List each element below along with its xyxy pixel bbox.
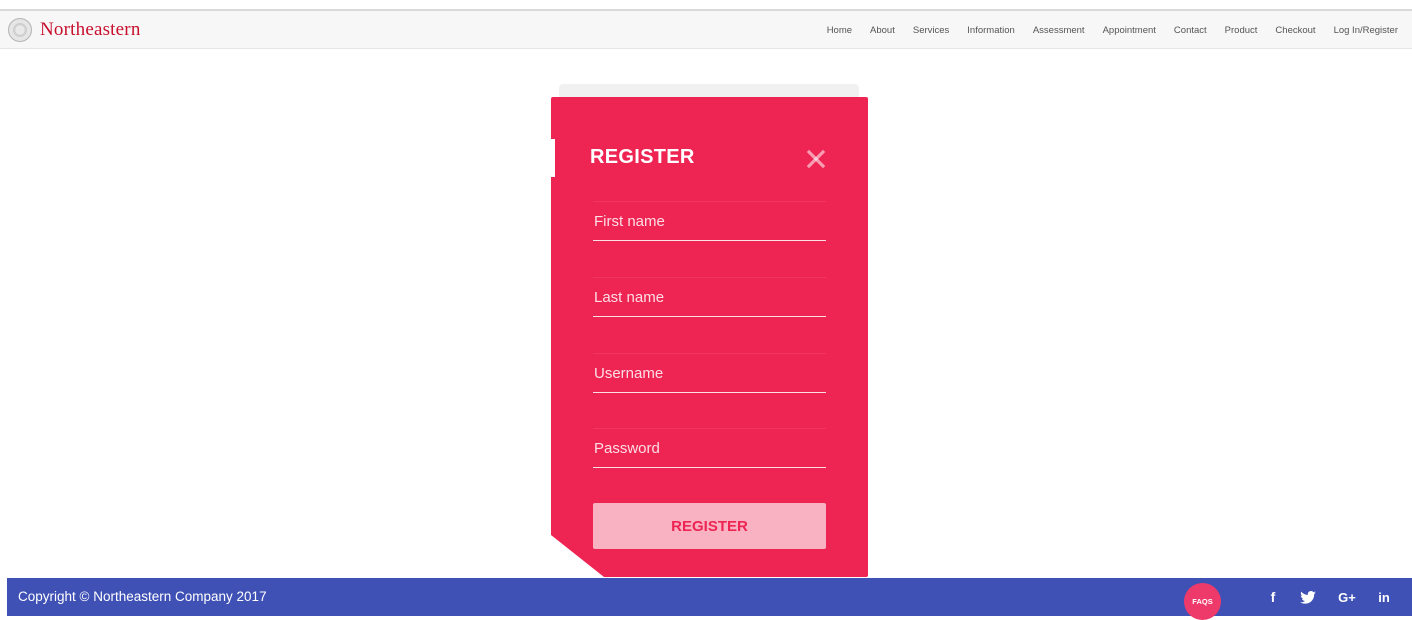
last-name-input[interactable]: [593, 278, 826, 316]
nav-item-information[interactable]: Information: [967, 25, 1015, 36]
first-name-input[interactable]: [593, 202, 826, 240]
nav-item-about[interactable]: About: [870, 25, 895, 36]
username-input[interactable]: [593, 354, 826, 392]
password-field: [593, 428, 826, 468]
nav-item-login-register[interactable]: Log In/Register: [1334, 25, 1398, 36]
faqs-button[interactable]: FAQS: [1184, 583, 1221, 620]
close-icon[interactable]: [805, 148, 827, 170]
last-name-field: [593, 277, 826, 317]
brand-logo[interactable]: Northeastern: [8, 14, 141, 46]
nav-item-contact[interactable]: Contact: [1174, 25, 1207, 36]
nav-item-services[interactable]: Services: [913, 25, 949, 36]
copyright-text: Copyright © Northeastern Company 2017: [18, 589, 267, 604]
register-title: REGISTER: [590, 146, 695, 168]
twitter-icon[interactable]: [1298, 578, 1318, 616]
nav-item-appointment[interactable]: Appointment: [1103, 25, 1156, 36]
facebook-icon[interactable]: f: [1265, 578, 1281, 616]
nav-item-product[interactable]: Product: [1225, 25, 1258, 36]
brand-name: Northeastern: [40, 19, 141, 40]
linkedin-icon[interactable]: in: [1374, 578, 1394, 616]
register-submit-button[interactable]: REGISTER: [593, 503, 826, 549]
seal-icon: [8, 18, 32, 42]
main-nav: Home About Services Information Assessme…: [809, 11, 1398, 49]
first-name-field: [593, 201, 826, 241]
footer: Copyright © Northeastern Company 2017 FA…: [7, 578, 1412, 620]
nav-item-assessment[interactable]: Assessment: [1033, 25, 1085, 36]
navbar: Northeastern Home About Services Informa…: [0, 11, 1412, 49]
card-tab-notch: [551, 139, 555, 177]
nav-item-home[interactable]: Home: [827, 25, 852, 36]
google-plus-icon[interactable]: G+: [1335, 578, 1359, 616]
username-field: [593, 353, 826, 393]
nav-item-checkout[interactable]: Checkout: [1275, 25, 1315, 36]
login-card-tab[interactable]: [559, 84, 859, 98]
password-input[interactable]: [593, 429, 826, 467]
